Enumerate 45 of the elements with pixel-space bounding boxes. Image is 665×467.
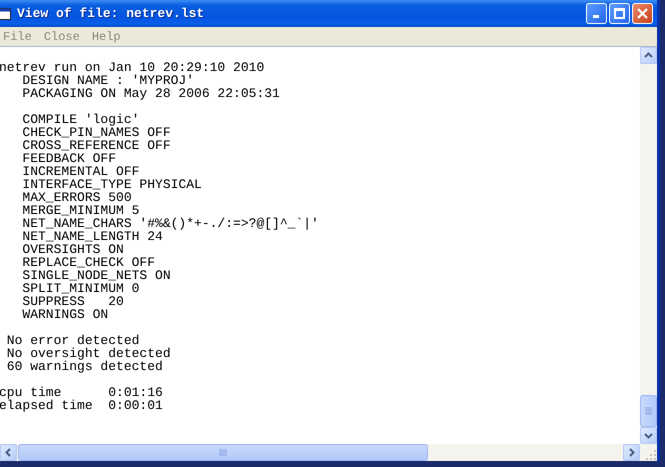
listing-line: CHECK_PIN_NAMES OFF bbox=[21, 126, 172, 139]
scroll-up-button[interactable] bbox=[640, 47, 657, 64]
menu-item[interactable]: Help bbox=[88, 30, 130, 44]
listing-line: REPLACE_CHECK OFF bbox=[21, 256, 156, 269]
listing-line: INCREMENTAL OFF bbox=[21, 165, 140, 178]
listing-line: CROSS_REFERENCE OFF bbox=[21, 139, 172, 152]
listing-line: elapsed time 0:00:01 bbox=[0, 399, 164, 412]
scroll-down-button[interactable] bbox=[640, 427, 657, 444]
listing-line: OVERSIGHTS ON bbox=[21, 243, 125, 256]
window-icon bbox=[0, 8, 11, 20]
listing-line: FEEDBACK OFF bbox=[21, 152, 118, 165]
chevron-right-icon bbox=[627, 448, 636, 457]
maximize-button[interactable] bbox=[609, 3, 630, 24]
listing-line: NET_NAME_LENGTH 24 bbox=[21, 230, 163, 243]
resize-grip-icon[interactable] bbox=[645, 449, 657, 461]
minimize-button[interactable] bbox=[586, 3, 607, 24]
listing-line: PACKAGING ON May 28 2006 22:05:31 bbox=[21, 87, 281, 100]
scroll-right-button[interactable] bbox=[623, 444, 640, 461]
scrollbar-thumb[interactable] bbox=[18, 444, 428, 461]
listing-line: cpu time 0:01:16 bbox=[0, 386, 164, 399]
listing-line: No oversight detected bbox=[6, 347, 172, 360]
listing-line: WARNINGS ON bbox=[21, 308, 110, 321]
chevron-down-icon bbox=[644, 431, 653, 440]
listing-line: NET_NAME_CHARS '#%&()*+-./:=>?@[]^_`|' bbox=[21, 217, 320, 230]
listing-line: SINGLE_NODE_NETS ON bbox=[21, 269, 172, 282]
listing-line: SUPPRESS 20 bbox=[21, 295, 125, 308]
menu-item[interactable]: File bbox=[0, 30, 41, 44]
scroll-left-button[interactable] bbox=[0, 444, 17, 461]
window-title: View of file: netrev.lst bbox=[17, 6, 206, 21]
chevron-up-icon bbox=[644, 51, 653, 60]
close-icon bbox=[637, 8, 648, 19]
chevron-left-icon bbox=[4, 448, 13, 457]
listing-line: MERGE_MINIMUM 5 bbox=[21, 204, 140, 217]
scrollbar-thumb[interactable] bbox=[640, 395, 657, 427]
listing-line: No error detected bbox=[6, 334, 140, 347]
listing-line: COMPILE 'logic' bbox=[21, 113, 140, 126]
close-button[interactable] bbox=[632, 3, 653, 24]
listing-line: 60 warnings detected bbox=[6, 360, 164, 373]
listing-line: netrev run on Jan 10 20:29:10 2010 bbox=[0, 61, 266, 74]
listing-line: SPLIT_MINIMUM 0 bbox=[21, 282, 140, 295]
listing-line: INTERFACE_TYPE PHYSICAL bbox=[21, 178, 203, 191]
maximize-icon bbox=[614, 8, 625, 19]
listing-line: DESIGN NAME : 'MYPROJ' bbox=[21, 74, 196, 87]
menu-item[interactable]: Close bbox=[40, 30, 89, 44]
listing-line: MAX_ERRORS 500 bbox=[21, 191, 133, 204]
